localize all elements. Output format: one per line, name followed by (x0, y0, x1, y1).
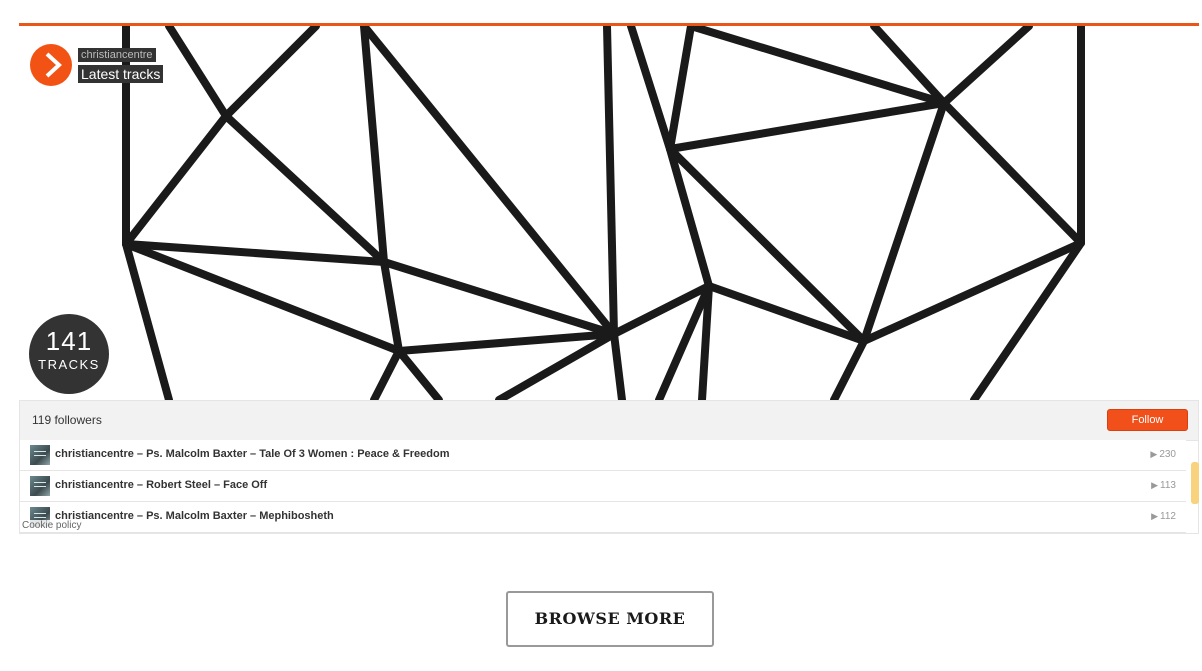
play-count-value: 113 (1160, 480, 1176, 491)
play-count: ▶ 112 (1151, 511, 1176, 522)
cookie-policy-link[interactable]: Cookie policy (21, 520, 83, 532)
track-count-badge: 141 TRACKS (29, 314, 109, 394)
play-count: ▶ 113 (1151, 480, 1176, 491)
track-row[interactable]: christiancentre – Ps. Malcolm Baxter – M… (20, 502, 1186, 533)
artwork-image[interactable]: christiancentre Latest tracks 141 TRACKS (19, 26, 1199, 400)
play-count-value: 112 (1160, 511, 1176, 522)
play-count: ▶ 230 (1150, 449, 1176, 460)
play-count-icon: ▶ (1151, 511, 1159, 521)
track-title[interactable]: christiancentre – Robert Steel – Face Of… (55, 479, 267, 491)
followers-count: 119 followers (32, 413, 102, 427)
follow-button[interactable]: Follow (1107, 409, 1188, 431)
track-title[interactable]: christiancentre – Ps. Malcolm Baxter – M… (55, 510, 334, 522)
track-count-number: 141 (45, 326, 93, 356)
track-title[interactable]: christiancentre – Ps. Malcolm Baxter – T… (55, 448, 450, 460)
track-list: christiancentre – Ps. Malcolm Baxter – T… (19, 440, 1199, 534)
play-count-value: 230 (1159, 449, 1176, 460)
track-list-scrollbar[interactable] (1191, 462, 1199, 504)
playlist-title-link[interactable]: Latest tracks (78, 65, 164, 83)
play-count-icon: ▶ (1150, 449, 1158, 459)
followers-bar: 119 followers Follow (19, 400, 1199, 441)
track-artwork-thumbnail[interactable] (30, 476, 50, 496)
track-row[interactable]: christiancentre – Ps. Malcolm Baxter – T… (20, 440, 1186, 471)
soundcloud-widget: christiancentre Latest tracks 141 TRACKS… (19, 23, 1199, 534)
track-row[interactable]: christiancentre – Robert Steel – Face Of… (20, 471, 1186, 502)
track-artwork-thumbnail[interactable] (30, 445, 50, 465)
geometric-artwork (122, 26, 1085, 400)
play-button[interactable] (30, 44, 72, 86)
user-name-link[interactable]: christiancentre (78, 48, 156, 62)
browse-more-button[interactable]: BROWSE MORE (506, 591, 714, 647)
play-icon (45, 52, 62, 78)
play-count-icon: ▶ (1151, 480, 1159, 490)
track-count-label: TRACKS (38, 357, 100, 372)
